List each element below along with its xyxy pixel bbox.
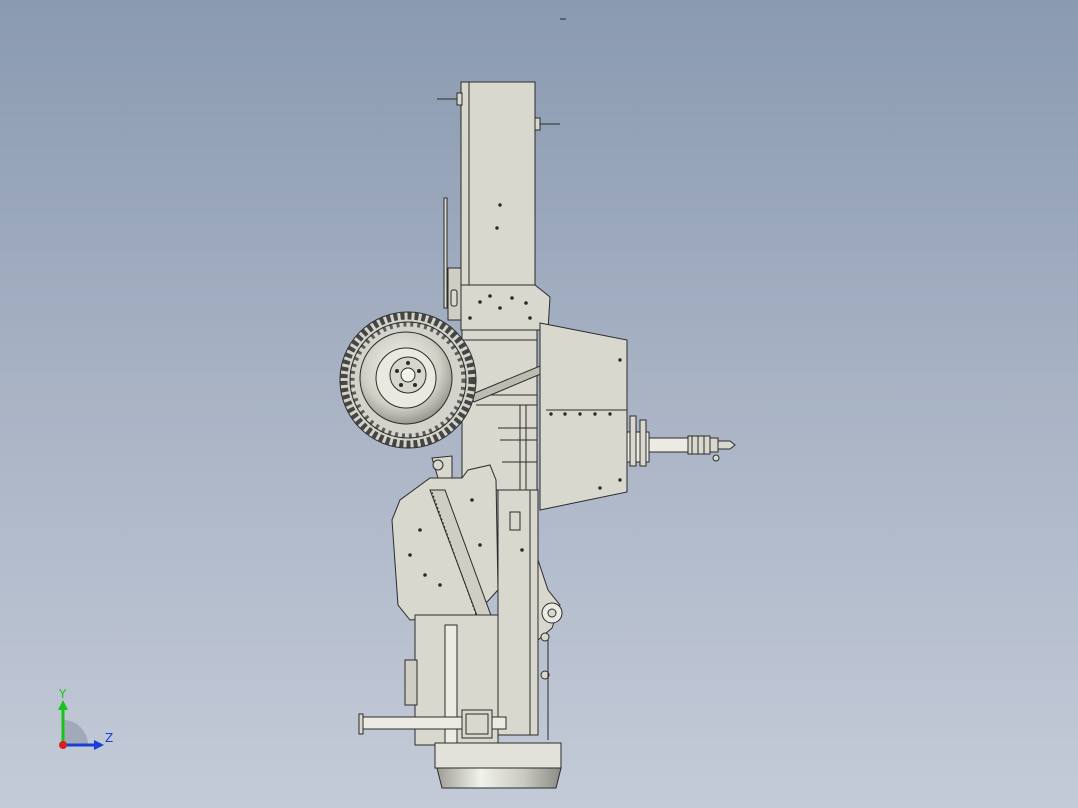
spare-tire[interactable] — [339, 311, 477, 449]
upper-column[interactable] — [460, 81, 536, 308]
lower-column[interactable] — [497, 489, 539, 736]
guide-rod — [443, 197, 448, 309]
machine-model[interactable] — [0, 0, 1078, 808]
hitch-eye[interactable] — [717, 440, 736, 450]
view-triad-icon[interactable]: Y Z — [40, 680, 130, 760]
y-axis-label: Y — [58, 687, 67, 701]
x-axis-point — [59, 741, 67, 749]
side-box-panel[interactable] — [539, 322, 628, 511]
support-arm[interactable] — [537, 559, 561, 642]
shoulder-block[interactable] — [460, 284, 551, 331]
z-axis-label: Z — [105, 731, 113, 745]
cad-viewport[interactable]: Y Z — [0, 0, 1078, 808]
base-plate[interactable] — [434, 742, 562, 769]
base-drum[interactable] — [436, 767, 562, 789]
